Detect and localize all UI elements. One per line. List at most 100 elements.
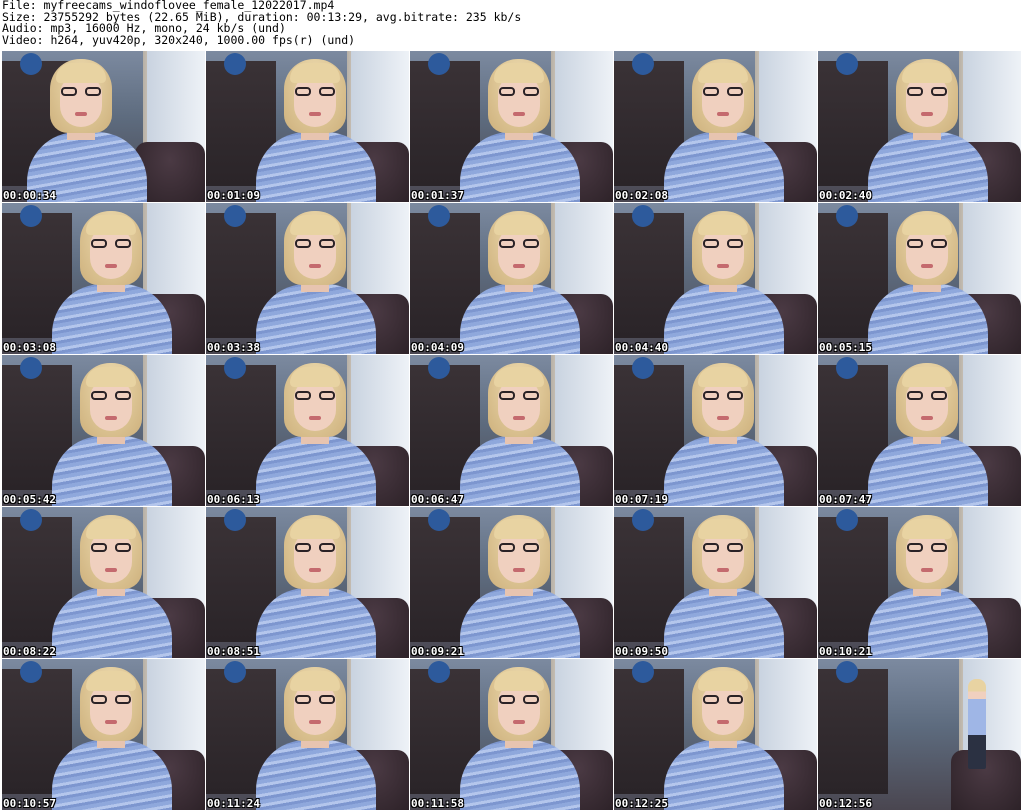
video-thumbnail: 00:05:15 [818,203,1021,354]
video-thumbnail: 00:04:40 [614,203,817,354]
video-thumbnail: 00:12:56 [818,659,1021,810]
thumbnail-timestamp: 00:10:57 [3,797,56,810]
thumbnail-globe-shape [836,357,858,379]
thumbnail-glasses-shape [295,87,335,97]
thumbnail-lips-shape [105,568,117,572]
thumbnail-timestamp: 00:04:09 [411,341,464,354]
thumbnail-bangs-shape [698,367,748,387]
thumbnail-bangs-shape [494,63,544,83]
thumbnail-timestamp: 00:12:25 [615,797,668,810]
thumbnail-globe-shape [428,357,450,379]
thumbnail-timestamp: 00:03:38 [207,341,260,354]
thumbnail-timestamp: 00:01:09 [207,189,260,202]
thumbnail-lips-shape [309,568,321,572]
thumbnail-timestamp: 00:05:15 [819,341,872,354]
thumbnail-glasses-shape [703,543,743,553]
thumbnail-bangs-shape [902,63,952,83]
thumbnail-lips-shape [717,416,729,420]
video-thumbnail: 00:01:37 [410,51,613,202]
thumbnail-timestamp: 00:07:47 [819,493,872,506]
thumbnail-lips-shape [309,416,321,420]
thumbnail-glasses-shape [91,695,131,705]
thumbnail-lips-shape [513,264,525,268]
thumbnail-globe-shape [428,509,450,531]
video-thumbnail: 00:12:25 [614,659,817,810]
thumbnail-timestamp: 00:11:24 [207,797,260,810]
thumbnail-glasses-shape [499,87,539,97]
video-thumbnail: 00:08:51 [206,507,409,658]
thumbnail-globe-shape [428,661,450,683]
thumbnail-timestamp: 00:06:47 [411,493,464,506]
thumbnail-globe-shape [632,357,654,379]
thumbnail-timestamp: 00:08:51 [207,645,260,658]
thumbnail-lips-shape [921,416,933,420]
thumbnail-globe-shape [20,661,42,683]
thumbnail-timestamp: 00:03:08 [3,341,56,354]
thumbnail-timestamp: 00:08:22 [3,645,56,658]
thumbnail-timestamp: 00:02:40 [819,189,872,202]
thumbnail-glasses-shape [61,87,101,97]
thumbnail-lips-shape [75,112,87,116]
thumbnail-shelf-shape [818,669,888,794]
thumbnail-lips-shape [513,112,525,116]
video-info-line: Video: h264, yuv420p, 320x240, 1000.00 f… [2,32,356,47]
thumbnail-glasses-shape [907,87,947,97]
thumbnail-timestamp: 00:01:37 [411,189,464,202]
thumbnail-timestamp: 00:09:50 [615,645,668,658]
video-thumbnail: 00:02:08 [614,51,817,202]
video-thumbnail: 00:03:38 [206,203,409,354]
thumbnail-bangs-shape [290,215,340,235]
thumbnail-lips-shape [513,416,525,420]
thumbnail-glasses-shape [907,239,947,249]
video-thumbnail: 00:01:09 [206,51,409,202]
video-thumbnail: 00:11:58 [410,659,613,810]
thumbnail-bangs-shape [902,519,952,539]
thumbnail-lips-shape [309,112,321,116]
thumbnail-globe-shape [428,53,450,75]
thumbnail-bangs-shape [698,63,748,83]
thumbnail-glasses-shape [91,239,131,249]
thumbnail-lips-shape [309,720,321,724]
thumbnail-timestamp: 00:10:21 [819,645,872,658]
thumbnail-glasses-shape [91,391,131,401]
video-thumbnail: 00:07:47 [818,355,1021,506]
video-thumbnail: 00:06:13 [206,355,409,506]
thumbnail-bangs-shape [86,519,136,539]
thumbnail-glasses-shape [295,695,335,705]
video-thumbnail: 00:07:19 [614,355,817,506]
thumbnail-glasses-shape [907,391,947,401]
thumbnail-bangs-shape [290,519,340,539]
thumbnail-bangs-shape [56,63,106,83]
thumbnail-bangs-shape [290,671,340,691]
thumbnail-bangs-shape [698,519,748,539]
video-thumbnail: 00:02:40 [818,51,1021,202]
thumbnail-lips-shape [717,720,729,724]
thumbnail-bangs-shape [290,367,340,387]
thumbnail-timestamp: 00:02:08 [615,189,668,202]
thumbnail-globe-shape [224,357,246,379]
thumbnail-bangs-shape [86,215,136,235]
video-thumbnail: 00:08:22 [2,507,205,658]
thumbnail-lips-shape [105,416,117,420]
video-thumbnail: 00:11:24 [206,659,409,810]
thumbnail-globe-shape [224,661,246,683]
thumbnail-glasses-shape [499,543,539,553]
thumbnail-globe-shape [632,661,654,683]
video-thumbnail: 00:09:50 [614,507,817,658]
thumbnail-lips-shape [717,568,729,572]
thumbnail-glasses-shape [499,695,539,705]
thumbnail-lips-shape [921,568,933,572]
thumbnail-glasses-shape [91,543,131,553]
thumbnail-glasses-shape [295,239,335,249]
thumbnail-glasses-shape [703,391,743,401]
thumbnail-bangs-shape [86,367,136,387]
thumbnail-mini-shape [968,679,986,769]
video-thumbnail: 00:06:47 [410,355,613,506]
thumbnail-glasses-shape [703,239,743,249]
thumbnail-globe-shape [224,205,246,227]
thumbnail-lips-shape [717,112,729,116]
thumbnail-timestamp: 00:11:58 [411,797,464,810]
thumbnail-timestamp: 00:00:34 [3,189,56,202]
thumbnail-bangs-shape [902,215,952,235]
thumbnail-lips-shape [513,720,525,724]
